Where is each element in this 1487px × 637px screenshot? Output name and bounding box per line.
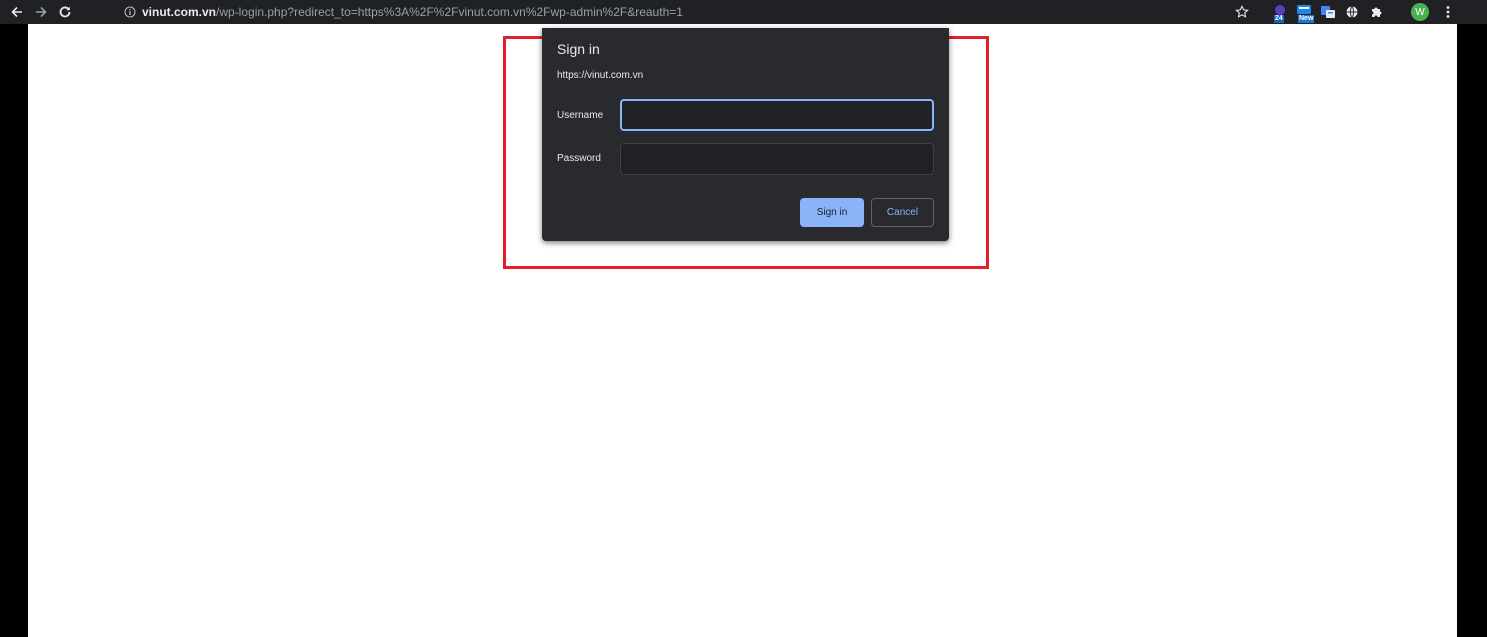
profile-avatar[interactable]: W xyxy=(1411,3,1429,21)
extension-24h-icon[interactable]: 24 xyxy=(1272,4,1288,23)
dialog-origin: https://vinut.com.vn xyxy=(557,70,644,81)
extension-new-icon[interactable]: New xyxy=(1296,4,1315,23)
forward-arrow-icon[interactable] xyxy=(30,1,52,23)
password-field[interactable] xyxy=(620,143,934,175)
extension-badge: New xyxy=(1298,15,1315,23)
username-field[interactable] xyxy=(620,99,934,131)
star-icon[interactable] xyxy=(1233,3,1251,21)
avatar-initial: W xyxy=(1415,6,1425,18)
sign-in-button[interactable]: Sign in xyxy=(800,198,864,227)
info-icon[interactable] xyxy=(124,6,136,18)
address-bar[interactable]: vinut.com.vn/wp-login.php?redirect_to=ht… xyxy=(116,1,1250,23)
puzzle-icon[interactable] xyxy=(1368,4,1384,20)
sign-in-dialog: Sign in https://vinut.com.vn Username Pa… xyxy=(542,28,949,241)
cancel-button[interactable]: Cancel xyxy=(871,198,934,227)
url-host: vinut.com.vn xyxy=(142,5,217,19)
browser-toolbar: vinut.com.vn/wp-login.php?redirect_to=ht… xyxy=(0,0,1487,24)
password-label: Password xyxy=(557,153,601,164)
extension-badge: 24 xyxy=(1274,15,1284,23)
reload-icon[interactable] xyxy=(54,1,76,23)
extension-translate-icon[interactable] xyxy=(1320,4,1336,20)
url-path: /wp-login.php?redirect_to=https%3A%2F%2F… xyxy=(216,5,683,19)
back-arrow-icon[interactable] xyxy=(6,1,28,23)
vertical-dots-icon[interactable] xyxy=(1443,3,1453,21)
username-label: Username xyxy=(557,110,604,121)
dialog-title: Sign in xyxy=(557,41,600,57)
globe-icon[interactable] xyxy=(1344,4,1360,20)
